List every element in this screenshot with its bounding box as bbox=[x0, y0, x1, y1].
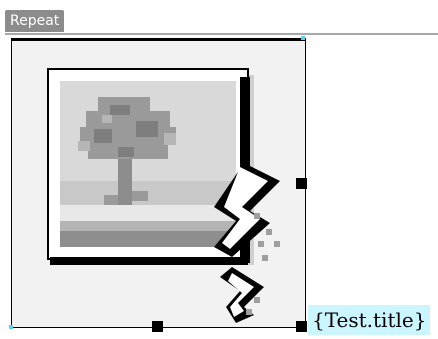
resize-handle-bottom[interactable] bbox=[152, 321, 163, 332]
repeat-region-border bbox=[5, 33, 438, 35]
resize-handle-bottom-right[interactable] bbox=[296, 321, 307, 332]
resize-handle-right[interactable] bbox=[296, 178, 307, 189]
selection-corner-top-right bbox=[301, 36, 305, 40]
image-caption-binding[interactable]: {Test.title} bbox=[308, 305, 431, 335]
repeat-region-tab[interactable]: Repeat bbox=[5, 10, 65, 32]
selection-corner-bottom-left bbox=[9, 325, 13, 329]
broken-image-icon bbox=[47, 68, 280, 323]
